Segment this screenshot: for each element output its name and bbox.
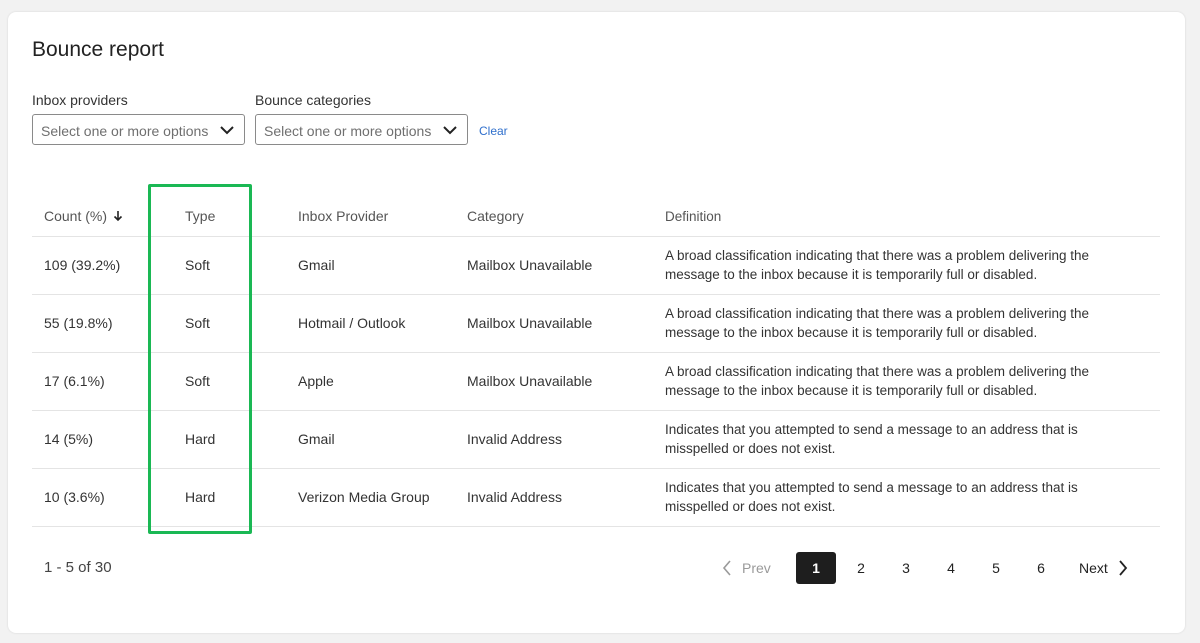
inbox-providers-placeholder: Select one or more options [41,123,209,139]
definition-cell: Indicates that you attempted to send a m… [665,468,1145,526]
page-button-1[interactable]: 1 [796,552,836,584]
page-button-2[interactable]: 2 [841,552,881,584]
pagination-range: 1 - 5 of 30 [44,559,112,576]
category-cell: Invalid Address [467,489,562,505]
inbox-providers-label: Inbox providers [32,92,128,108]
provider-cell: Gmail [298,431,335,447]
inbox-providers-select[interactable]: Select one or more options [32,114,245,145]
bounce-categories-placeholder: Select one or more options [264,123,432,139]
page-button-3[interactable]: 3 [886,552,926,584]
definition-cell: A broad classification indicating that t… [665,236,1145,294]
next-label: Next [1079,560,1108,576]
count-header-label: Count (%) [44,208,108,224]
count-cell: 14 (5%) [44,431,94,447]
type-cell: Hard [185,431,216,447]
type-cell: Soft [185,315,210,331]
category-cell: Invalid Address [467,431,562,447]
definition-line: message to the inbox because it is tempo… [665,325,1038,340]
page-button-5[interactable]: 5 [976,552,1016,584]
bounce-categories-select[interactable]: Select one or more options [255,114,468,145]
type-cell: Soft [185,257,210,273]
provider-cell: Verizon Media Group [298,489,430,505]
count-cell: 17 (6.1%) [44,373,105,389]
definition-line: A broad classification indicating that t… [665,364,1089,379]
column-header-count[interactable]: Count (%) [44,196,144,236]
definition-cell: A broad classification indicating that t… [665,352,1145,410]
table-header: Count (%) Type Inbox Provider Category D… [32,196,1160,237]
definition-line: Indicates that you attempted to send a m… [665,480,1078,495]
definition-line: misspelled or does not exist. [665,441,836,456]
table-row: 55 (19.8%) Soft Hotmail / Outlook Mailbo… [32,294,1160,353]
provider-cell: Gmail [298,257,335,273]
provider-cell: Apple [298,373,334,389]
column-header-category: Category [467,208,524,224]
page-title: Bounce report [32,38,164,61]
table-row: 109 (39.2%) Soft Gmail Mailbox Unavailab… [32,236,1160,295]
type-cell: Soft [185,373,210,389]
table-row: 17 (6.1%) Soft Apple Mailbox Unavailable… [32,352,1160,411]
page-button-6[interactable]: 6 [1021,552,1061,584]
sort-descending-icon [113,211,123,222]
category-cell: Mailbox Unavailable [467,373,593,389]
definition-cell: A broad classification indicating that t… [665,294,1145,352]
definition-line: Indicates that you attempted to send a m… [665,422,1078,437]
definition-cell: Indicates that you attempted to send a m… [665,410,1145,468]
chevron-left-icon [722,560,731,576]
clear-filters-link[interactable]: Clear [479,124,508,138]
category-cell: Mailbox Unavailable [467,257,593,273]
page-button-4[interactable]: 4 [931,552,971,584]
next-page-button[interactable]: Next [1079,552,1128,584]
count-cell: 109 (39.2%) [44,257,121,273]
definition-line: A broad classification indicating that t… [665,248,1089,263]
column-header-type: Type [185,208,216,224]
table-row: 10 (3.6%) Hard Verizon Media Group Inval… [32,468,1160,527]
bounce-categories-label: Bounce categories [255,92,371,108]
definition-line: A broad classification indicating that t… [665,306,1089,321]
type-cell: Hard [185,489,216,505]
definition-line: misspelled or does not exist. [665,499,836,514]
chevron-right-icon [1119,560,1127,576]
definition-line: message to the inbox because it is tempo… [665,267,1038,282]
prev-label: Prev [742,560,771,576]
count-cell: 10 (3.6%) [44,489,105,505]
chevron-down-icon [220,126,234,135]
column-header-definition: Definition [665,208,722,224]
count-cell: 55 (19.8%) [44,315,113,331]
column-header-provider: Inbox Provider [298,208,389,224]
provider-cell: Hotmail / Outlook [298,315,406,331]
definition-line: message to the inbox because it is tempo… [665,383,1038,398]
category-cell: Mailbox Unavailable [467,315,593,331]
chevron-down-icon [443,126,457,135]
table-row: 14 (5%) Hard Gmail Invalid Address Indic… [32,410,1160,469]
prev-page-button[interactable]: Prev [722,552,771,584]
